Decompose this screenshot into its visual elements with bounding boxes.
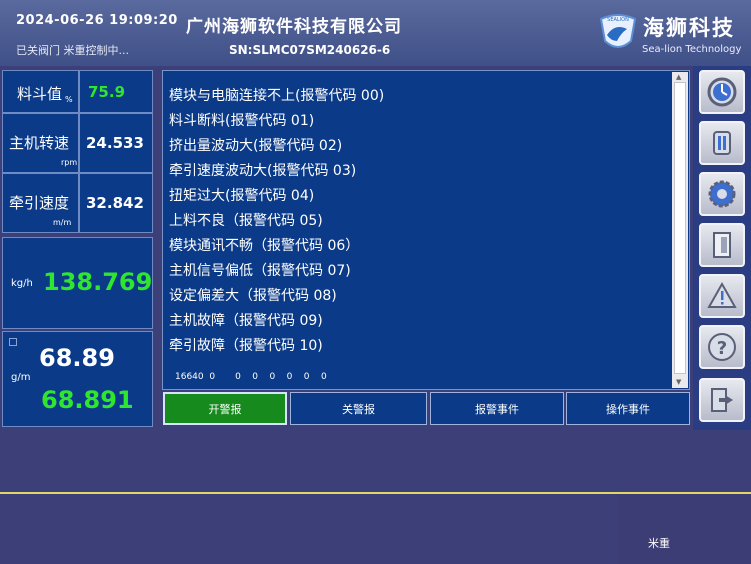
haul-speed-value: 32.842 [86, 194, 144, 212]
company-name: 广州海狮软件科技有限公司 [186, 17, 402, 37]
hopper-unit: % [65, 95, 73, 104]
help-button[interactable]: ? [699, 325, 745, 369]
status-text: 已关阀门 米重控制中... [16, 44, 129, 57]
tab-alarm-events[interactable]: 报警事件 [430, 392, 564, 425]
alarm-item: 牵引速度波动大(报警代码 03) [169, 163, 357, 179]
screw-speed-label: 主机转速 [9, 134, 70, 152]
warning-icon [707, 281, 737, 308]
weight-cell: 68.89 g/m 68.891 [2, 331, 153, 427]
scroll-down-icon[interactable]: ▼ [676, 378, 681, 386]
screw-label-cell: 主机转速 rpm [2, 113, 79, 173]
alarm-item: 模块通讯不畅（报警代码 06） [169, 238, 360, 254]
hopper-label-cell: 料斗值 % [2, 70, 79, 113]
alarm-item: 料斗断料(报警代码 01) [169, 113, 315, 129]
haul-value-cell: 32.842 [79, 173, 153, 233]
weight-checkbox[interactable] [9, 338, 17, 346]
tab-alarm-on[interactable]: 开警报 [163, 392, 287, 425]
alarm-item: 主机信号偏低（报警代码 07) [169, 263, 351, 279]
svg-text:SEALION: SEALION [607, 17, 629, 23]
alarm-scrollbar-thumb[interactable] [674, 82, 686, 374]
alarm-item: 挤出量波动大(报警代码 02) [169, 138, 343, 154]
datetime: 2024-06-26 19:09:20 [16, 13, 178, 28]
output-unit: kg/h [11, 278, 33, 289]
haul-label-cell: 牵引速度 m/m [2, 173, 79, 233]
alarm-button[interactable] [699, 274, 745, 318]
bottom-right-panel [618, 494, 751, 564]
alarm-item: 上料不良（报警代码 05) [169, 213, 323, 229]
exit-icon [711, 388, 733, 412]
alarm-counter-row: 16640 0 0 0 0 0 0 0 [175, 372, 327, 382]
weight-actual-value: 68.891 [41, 386, 134, 414]
clock-button[interactable] [699, 70, 745, 114]
door-icon [713, 232, 731, 258]
alarm-item: 牵引故障（报警代码 10) [169, 338, 323, 354]
svg-text:?: ? [717, 338, 727, 359]
output-cell: kg/h 138.769 [2, 237, 153, 329]
hopper-value-cell: 75.9 [79, 70, 153, 113]
gear-icon [708, 180, 736, 208]
alarm-list[interactable]: 模块与电脑连接不上(报警代码 00) 料斗断料(报警代码 01) 挤出量波动大(… [162, 70, 690, 390]
logo-chinese: 海狮科技 [643, 16, 735, 40]
tab-alarm-off[interactable]: 关警报 [290, 392, 427, 425]
haul-speed-unit: m/m [53, 218, 72, 227]
logo-english: Sea-lion Technology [642, 44, 742, 55]
serial-number: SN:SLMC07SM240626-6 [229, 43, 391, 57]
sealion-logo-icon: SEALION [599, 14, 637, 48]
scroll-up-icon[interactable]: ▲ [676, 73, 681, 81]
screw-speed-unit: rpm [61, 158, 78, 167]
weight-set-value: 68.89 [39, 344, 115, 372]
exit-button[interactable] [699, 378, 745, 422]
haul-speed-label: 牵引速度 [9, 194, 70, 212]
alarm-item: 设定偏差大（报警代码 08) [169, 288, 337, 304]
hopper-value: 75.9 [88, 83, 126, 101]
hopper-label: 料斗值 [17, 85, 63, 103]
screw-speed-value: 24.533 [86, 134, 144, 152]
tab-operation-events[interactable]: 操作事件 [566, 392, 690, 425]
weight-unit: g/m [11, 372, 31, 383]
alarm-item: 主机故障（报警代码 09) [169, 313, 323, 329]
alarm-item: 扭矩过大(报警代码 04) [169, 188, 315, 204]
weight-label: 米重 [648, 537, 670, 550]
door-button[interactable] [699, 223, 745, 267]
screw-value-cell: 24.533 [79, 113, 153, 173]
tools-button[interactable] [699, 121, 745, 165]
alarm-item: 模块与电脑连接不上(报警代码 00) [169, 88, 385, 104]
clock-icon [707, 77, 737, 107]
settings-button[interactable] [699, 172, 745, 216]
output-value: 138.769 [43, 268, 153, 296]
help-icon: ? [708, 333, 736, 361]
settings-tool-icon [713, 131, 731, 155]
